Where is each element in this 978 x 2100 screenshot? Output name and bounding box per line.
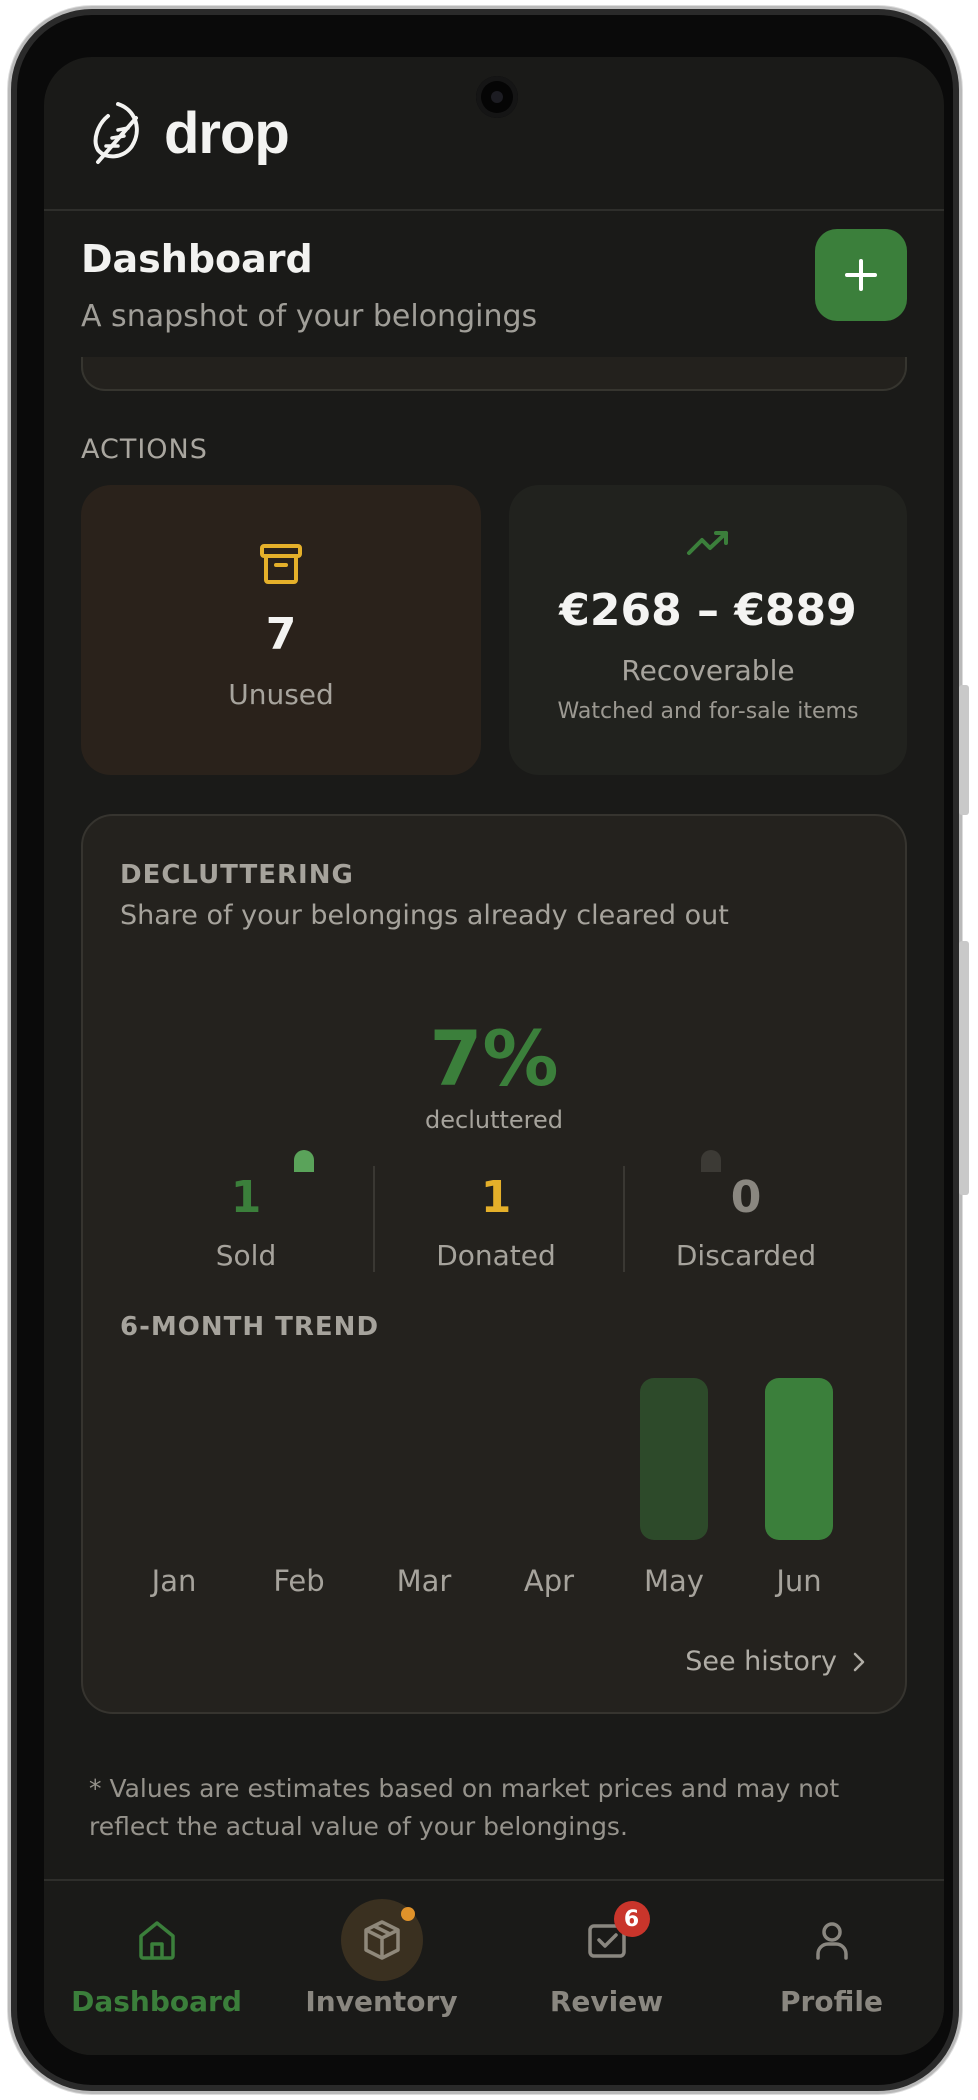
page-title: Dashboard — [81, 237, 313, 281]
review-badge: 6 — [613, 1901, 650, 1937]
nav-icon-wrap: 6 — [566, 1899, 650, 1981]
nav-inventory-label: Inventory — [305, 1985, 458, 2018]
recoverable-card[interactable]: €268 – €889 Recoverable Watched and for-… — [509, 485, 907, 775]
recoverable-value: €268 – €889 — [559, 585, 857, 636]
nav-dashboard[interactable]: Dashboard — [44, 1899, 269, 2018]
recoverable-note: Watched and for-sale items — [557, 699, 859, 724]
app-name: drop — [164, 100, 290, 166]
see-history-link[interactable]: See history — [685, 1646, 865, 1677]
see-history-label: See history — [685, 1646, 837, 1677]
chevron-right-icon — [853, 1652, 865, 1671]
scrolled-card-edge — [81, 357, 907, 391]
donated-count: 1 — [480, 1172, 512, 1223]
screen: drop Dashboard A snapshot of your belong… — [44, 57, 944, 2055]
trend-month-label: Jan — [151, 1564, 197, 1598]
trend-month-label: Feb — [273, 1564, 325, 1598]
bottom-navigation: Dashboard Inventory 6 Review Profile — [44, 1879, 944, 2055]
box-icon — [363, 1920, 400, 1960]
gauge-marker-sold — [294, 1150, 314, 1172]
phone-frame: drop Dashboard A snapshot of your belong… — [8, 6, 969, 2094]
page-header: Dashboard A snapshot of your belongings — [81, 229, 907, 334]
recoverable-label: Recoverable — [621, 654, 795, 687]
plus-icon — [845, 259, 877, 291]
nav-profile-label: Profile — [780, 1985, 883, 2018]
trend-month-label: Jun — [776, 1564, 822, 1598]
nav-icon-wrap — [791, 1899, 873, 1981]
volume-button — [959, 685, 969, 815]
decluttering-card: DECLUTTERING Share of your belongings al… — [81, 814, 907, 1714]
nav-profile[interactable]: Profile — [719, 1899, 944, 2018]
trend-month-label: May — [644, 1564, 704, 1598]
decluttered-label: decluttered — [425, 1106, 563, 1134]
archive-icon — [260, 544, 302, 584]
decluttering-subtitle: Share of your belongings already cleared… — [120, 900, 729, 931]
trend-bar-may — [640, 1378, 708, 1540]
nav-review-label: Review — [549, 1985, 664, 2018]
nav-dashboard-label: Dashboard — [71, 1985, 242, 2018]
sold-label: Sold — [215, 1239, 277, 1272]
page-subtitle: A snapshot of your belongings — [81, 299, 538, 334]
app-header: drop — [44, 57, 944, 211]
nav-icon-wrap — [116, 1899, 198, 1981]
stat-donated: 1 Donated — [371, 1172, 621, 1272]
unused-label: Unused — [228, 678, 334, 711]
nav-review[interactable]: 6 Review — [494, 1899, 719, 2018]
disclaimer-text: * Values are estimates based on market p… — [89, 1774, 840, 1841]
trend-month-label: Mar — [396, 1564, 452, 1598]
inventory-notification-dot — [400, 1907, 415, 1921]
discarded-label: Discarded — [675, 1239, 817, 1272]
trending-up-icon — [687, 531, 728, 555]
sold-count: 1 — [230, 1172, 262, 1223]
discarded-count: 0 — [730, 1172, 762, 1223]
home-icon — [138, 1921, 175, 1960]
leaf-logo-icon — [93, 102, 139, 164]
nav-icon-wrap — [340, 1899, 423, 1981]
donated-label: Donated — [436, 1239, 556, 1272]
decluttered-percent: 7% — [429, 1014, 559, 1103]
gauge-marker-end — [701, 1150, 721, 1172]
trend-bar-jun — [765, 1378, 833, 1540]
trend-month-label: Apr — [523, 1564, 575, 1598]
stat-sold: 1 Sold — [121, 1172, 371, 1272]
unused-count: 7 — [265, 609, 297, 660]
unused-card[interactable]: 7 Unused — [81, 485, 481, 775]
actions-section-label: ACTIONS — [81, 434, 208, 465]
trend-title: 6-MONTH TREND — [120, 1312, 380, 1342]
stat-discarded: 0 Discarded — [621, 1172, 871, 1272]
decluttering-title: DECLUTTERING — [120, 860, 354, 890]
add-item-button[interactable] — [815, 229, 907, 321]
power-button — [959, 941, 969, 1195]
nav-inventory[interactable]: Inventory — [269, 1899, 494, 2018]
user-icon — [815, 1922, 848, 1960]
